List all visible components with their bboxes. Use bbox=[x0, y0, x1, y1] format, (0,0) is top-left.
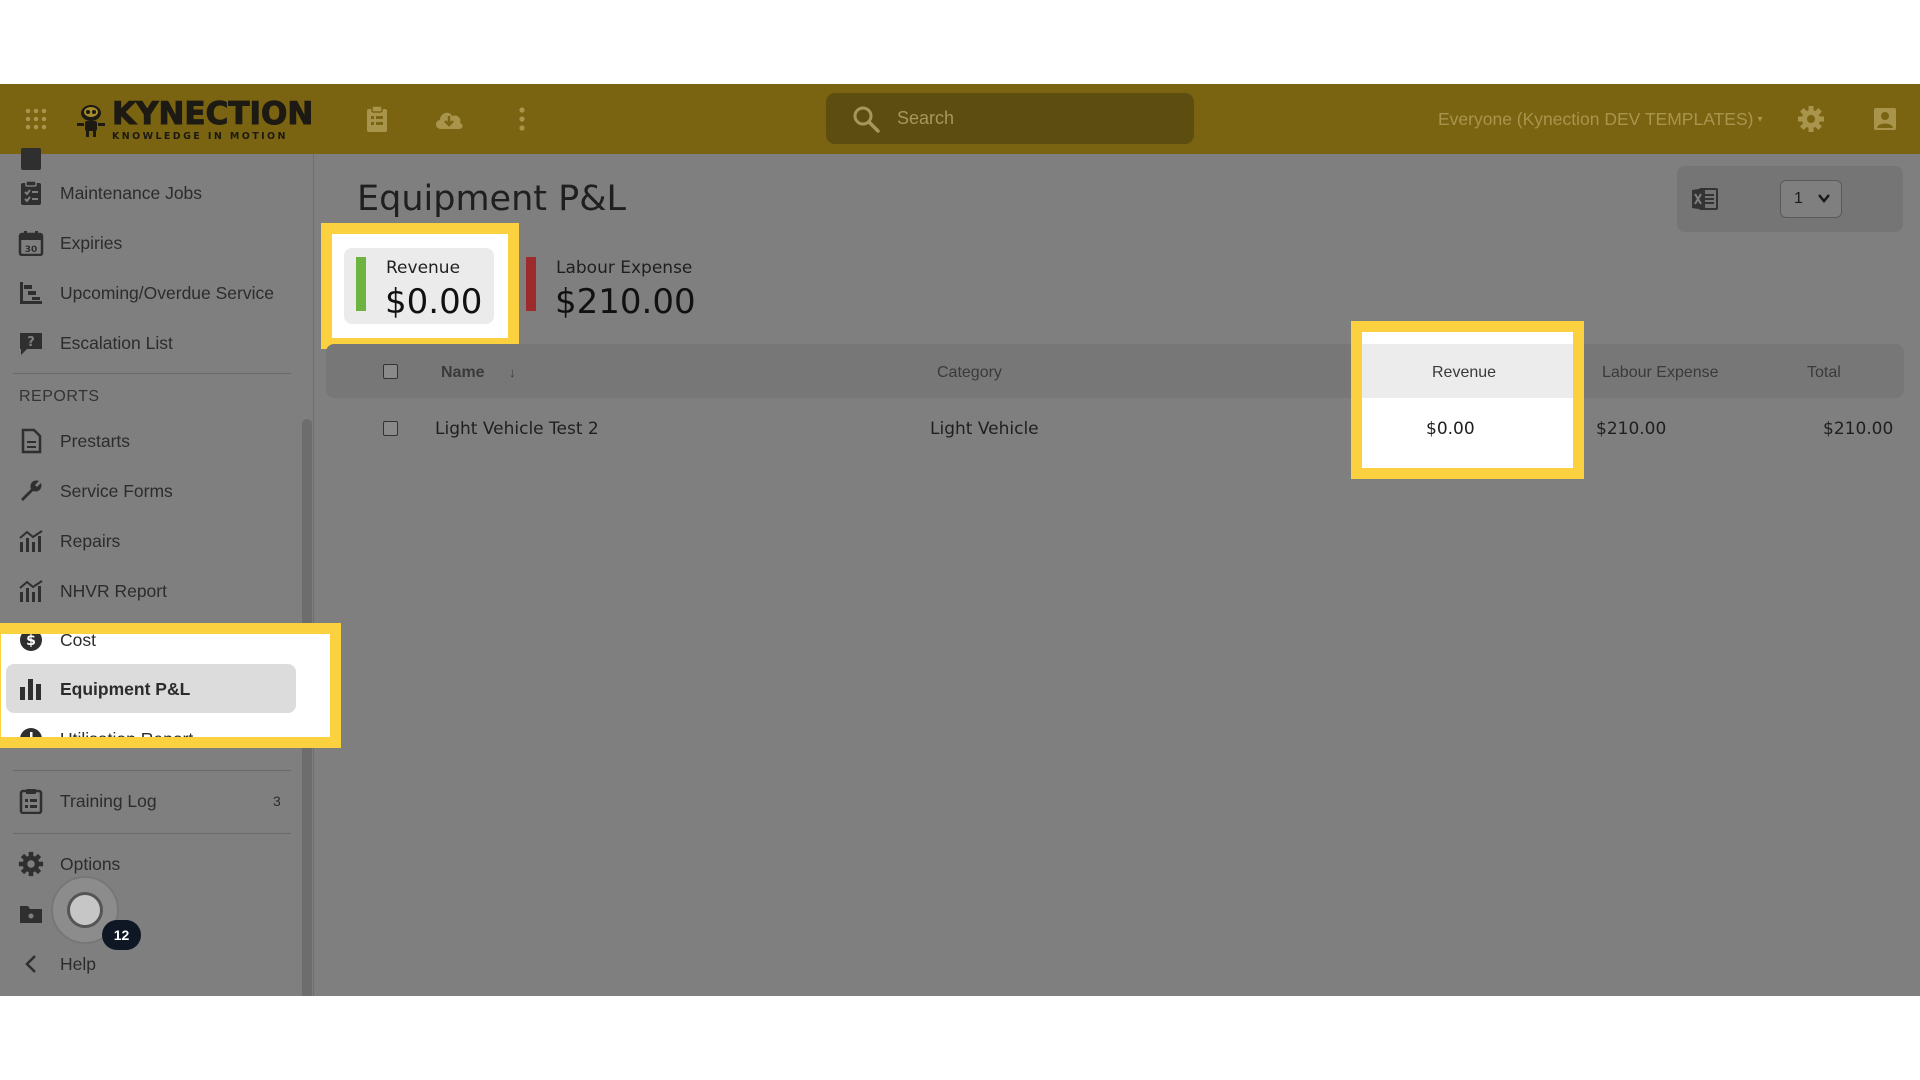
divider bbox=[13, 770, 291, 771]
gear-icon[interactable] bbox=[1796, 84, 1826, 154]
sidebar-item-label: Maintenance Jobs bbox=[60, 182, 203, 203]
sidebar-item-repairs[interactable]: Repairs bbox=[0, 519, 300, 563]
sidebar-item-label: NHVR Report bbox=[60, 580, 167, 601]
sidebar-item-options[interactable]: Options bbox=[0, 842, 300, 886]
divider bbox=[13, 373, 291, 374]
sidebar-item-label: Options bbox=[60, 853, 121, 874]
cell-category: Light Vehicle bbox=[930, 419, 1039, 439]
more-vertical-icon[interactable] bbox=[512, 84, 532, 154]
kpi-value: $0.00 bbox=[385, 282, 483, 322]
sidebar-item-label: Repairs bbox=[60, 530, 121, 551]
highlight-box bbox=[1351, 321, 1584, 479]
clipboard-check-icon bbox=[18, 180, 44, 206]
sidebar-item-label: Help bbox=[60, 953, 96, 974]
scope-label: Everyone (Kynection DEV TEMPLATES) bbox=[1438, 108, 1754, 129]
kpi-color-bar bbox=[526, 257, 536, 311]
sidebar-item-nhvr-report[interactable]: NHVR Report bbox=[0, 569, 300, 613]
sidebar-item-training-log[interactable]: Training Log 3 bbox=[0, 779, 300, 823]
logo-wordmark: KYNECTION bbox=[111, 95, 314, 132]
kpi-color-bar bbox=[356, 257, 366, 311]
scope-caret: ▾ bbox=[1757, 113, 1763, 125]
search-bar[interactable]: Search bbox=[826, 93, 1194, 144]
kpi-label: Labour Expense bbox=[556, 258, 693, 278]
page-select-value: 1 bbox=[1794, 190, 1803, 207]
sidebar-item-label: Upcoming/Overdue Service bbox=[60, 282, 274, 303]
cell-total: $210.00 bbox=[1823, 419, 1894, 439]
scope-selector[interactable]: Everyone (Kynection DEV TEMPLATES) ▾ bbox=[1438, 84, 1762, 154]
gantt-icon bbox=[18, 280, 44, 306]
column-label: Name bbox=[441, 364, 485, 381]
excel-export-icon[interactable] bbox=[1691, 186, 1719, 212]
column-header-labour-expense[interactable]: Labour Expense bbox=[1602, 364, 1719, 382]
sidebar-item-folder[interactable] bbox=[0, 892, 300, 936]
column-header-total[interactable]: Total bbox=[1807, 364, 1841, 382]
cell-revenue: $0.00 bbox=[1426, 419, 1475, 439]
sidebar-item-upcoming-overdue-service[interactable]: Upcoming/Overdue Service bbox=[0, 271, 300, 315]
account-box-icon[interactable] bbox=[1870, 84, 1900, 154]
clipboard-icon bbox=[18, 146, 44, 172]
cloud-download-icon[interactable] bbox=[432, 84, 466, 154]
question-chat-icon: ? bbox=[18, 330, 44, 356]
count-badge: 3 bbox=[273, 793, 281, 809]
highlight-box bbox=[0, 623, 341, 748]
clipboard-list-icon bbox=[18, 788, 44, 815]
select-all-checkbox[interactable] bbox=[383, 364, 398, 379]
chart-icon bbox=[18, 578, 44, 604]
sidebar-item-help[interactable]: Help bbox=[0, 942, 300, 986]
kpi-label: Revenue bbox=[386, 258, 461, 278]
sidebar-item-prestarts[interactable]: Prestarts bbox=[0, 419, 300, 463]
clipboard-list-icon[interactable] bbox=[362, 84, 392, 154]
sidebar-item-label: Service Forms bbox=[60, 480, 173, 501]
sidebar-item-label: Escalation List bbox=[60, 332, 173, 353]
robot-mascot-icon bbox=[74, 101, 108, 139]
divider bbox=[13, 833, 291, 834]
reports-heading: REPORTS bbox=[19, 388, 100, 405]
sidebar-item-expiries[interactable]: 30 Expiries bbox=[0, 221, 300, 265]
kpi-revenue: Revenue $0.00 bbox=[346, 248, 496, 324]
search-icon bbox=[853, 106, 880, 133]
kpi-value: $210.00 bbox=[555, 282, 696, 322]
sidebar-item-maintenance-jobs[interactable]: Maintenance Jobs bbox=[0, 171, 300, 215]
folder-lock-icon bbox=[18, 901, 44, 927]
wrench-icon bbox=[18, 478, 44, 504]
page-title: Equipment P&L bbox=[357, 179, 627, 219]
svg-text:?: ? bbox=[27, 335, 35, 350]
kynection-logo[interactable]: KYNECTION KNOWLEDGE IN MOTION bbox=[74, 98, 314, 142]
cell-name[interactable]: Light Vehicle Test 2 bbox=[435, 419, 599, 439]
cell-labour-expense: $210.00 bbox=[1596, 419, 1667, 439]
column-header-name[interactable]: Name ↓ bbox=[441, 364, 516, 382]
sidebar-item-escalation-list[interactable]: ? Escalation List bbox=[0, 321, 300, 365]
sidebar-item-label: Expiries bbox=[60, 232, 123, 253]
document-icon bbox=[18, 428, 44, 454]
robot-mascot-icon bbox=[67, 892, 103, 928]
app-window: KYNECTION KNOWLEDGE IN MOTION Search Eve… bbox=[0, 84, 1920, 996]
sidebar-item-label: Training Log bbox=[60, 790, 157, 811]
row-checkbox[interactable] bbox=[383, 421, 398, 436]
search-placeholder: Search bbox=[897, 108, 955, 128]
calendar-30-icon: 30 bbox=[18, 230, 44, 257]
page-select[interactable]: 1 bbox=[1780, 180, 1842, 218]
column-header-category[interactable]: Category bbox=[937, 364, 1002, 382]
sort-arrow-icon[interactable]: ↓ bbox=[509, 365, 516, 380]
svg-text:30: 30 bbox=[25, 245, 38, 255]
chevron-left-icon bbox=[18, 951, 44, 977]
chart-icon bbox=[18, 528, 44, 554]
chevron-down-icon bbox=[1818, 194, 1830, 203]
column-header-revenue[interactable]: Revenue bbox=[1432, 364, 1496, 382]
sidebar-item-label: Prestarts bbox=[60, 430, 131, 451]
sidebar-item-service-forms[interactable]: Service Forms bbox=[0, 469, 300, 513]
gear-icon bbox=[18, 851, 44, 877]
kpi-labour-expense: Labour Expense $210.00 bbox=[516, 248, 716, 324]
